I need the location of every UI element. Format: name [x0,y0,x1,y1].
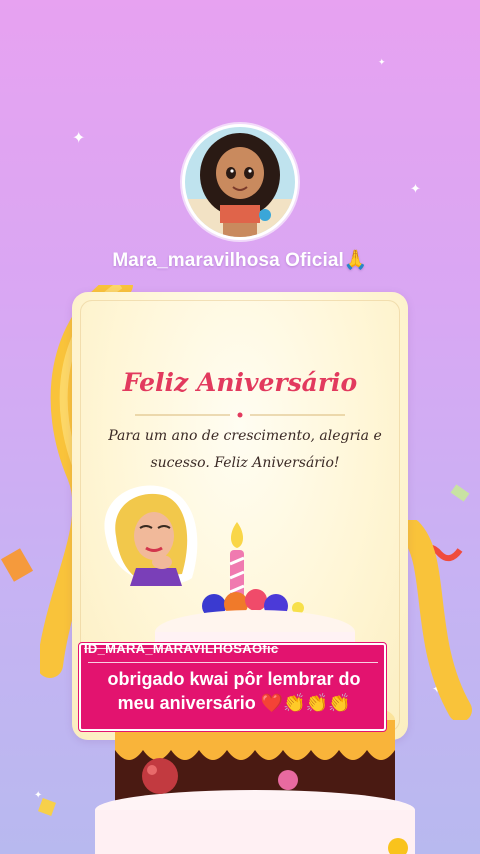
profile-username[interactable]: Mara_maravilhosa Oficial🙏 [0,248,480,272]
card-message-line-1: Para um ano de crescimento, alegria e [108,428,382,444]
divider-ornament [135,412,345,418]
caption-line-1: obrigado kwai pôr lembrar do [107,669,361,689]
caption-id-text: ID_MARA_MARAVILHOSAOfic [84,641,279,656]
card-title: Feliz Aniversário [122,368,358,397]
caption-line-2: meu aniversário ❤️👏👏👏 [117,693,351,713]
caption-message: obrigado kwai pôr lembrar do meu anivers… [84,667,384,715]
caption-divider [88,662,378,663]
avatar[interactable] [182,124,298,240]
card-message: Para um ano de crescimento, alegria e su… [100,423,390,477]
card-message-line-2: sucesso. Feliz Aniversário! [150,455,340,471]
